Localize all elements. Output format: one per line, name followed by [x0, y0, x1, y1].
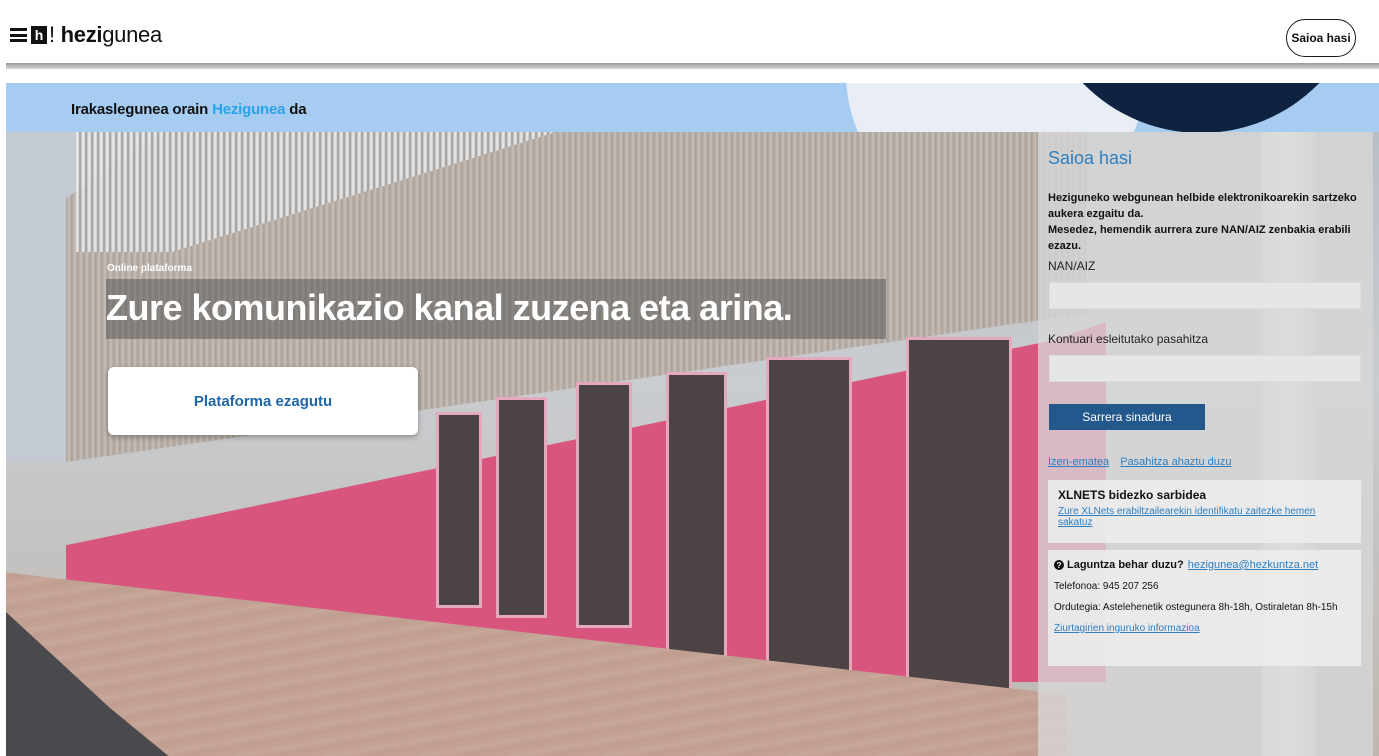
- menu-icon[interactable]: [10, 28, 27, 42]
- hero-photo-window: [906, 337, 1012, 713]
- hero-photo-window: [436, 412, 482, 608]
- hero-photo-window: [666, 372, 727, 658]
- announcement-banner: Irakaslegunea orain Hezigunea da: [6, 83, 1379, 132]
- announcement-text: Irakaslegunea orain Hezigunea da: [71, 101, 307, 118]
- logo-text: ! hezigunea: [49, 22, 162, 47]
- top-navbar: h ! hezigunea Saioa hasi: [0, 0, 1379, 64]
- login-notice: Heziguneko webgunean helbide elektroniko…: [1048, 192, 1357, 252]
- xlnets-link[interactable]: Zure XLNets erabiltzailearekin identifik…: [1058, 506, 1351, 528]
- help-email-link[interactable]: hezigunea@hezkuntza.net: [1188, 559, 1318, 571]
- login-submit-button[interactable]: Sarrera sinadura: [1049, 404, 1205, 430]
- register-link[interactable]: Izen-ematea: [1048, 456, 1109, 468]
- hero-photo-window: [766, 357, 852, 693]
- hero-photo-window: [496, 397, 547, 618]
- header-divider: [6, 63, 1379, 69]
- discover-platform-button[interactable]: Plataforma ezagutu: [108, 367, 418, 435]
- help-phone: Telefonoa: 945 207 256: [1054, 581, 1159, 592]
- question-circle-icon: ?: [1054, 560, 1064, 570]
- login-links: Izen-ematea Pasahitza ahaztu duzu: [1048, 456, 1240, 468]
- login-title: Saioa hasi: [1048, 148, 1133, 168]
- hero-headline: Zure komunikazio kanal zuzena eta arina.: [106, 279, 886, 339]
- xlnets-title: XLNETS bidezko sarbidea: [1058, 488, 1207, 502]
- password-field-label: Kontuari esleitutako pasahitza: [1048, 332, 1209, 346]
- help-box: ? Laguntza behar duzu? hezigunea@hezkunt…: [1048, 550, 1361, 666]
- help-hours: Ordutegia: Astelehenetik ostegunera 8h-1…: [1054, 602, 1338, 613]
- help-heading: ? Laguntza behar duzu? hezigunea@hezkunt…: [1054, 559, 1355, 571]
- header-login-button[interactable]: Saioa hasi: [1286, 19, 1356, 57]
- logo-mark: h: [31, 26, 47, 44]
- forgot-password-link[interactable]: Pasahitza ahaztu duzu: [1120, 456, 1231, 468]
- hero-photo-window: [576, 382, 632, 628]
- password-input[interactable]: [1049, 355, 1361, 382]
- xlnets-box: XLNETS bidezko sarbidea Zure XLNets erab…: [1048, 480, 1361, 543]
- id-field-label: NAN/AIZ: [1048, 259, 1096, 273]
- help-title: Laguntza behar duzu?: [1067, 559, 1184, 571]
- login-panel: Saioa hasi Heziguneko webgunean helbide …: [1038, 132, 1373, 756]
- site-logo[interactable]: h ! hezigunea: [10, 22, 162, 48]
- certificates-info-link[interactable]: Ziurtagirien inguruko informazioa: [1054, 623, 1355, 634]
- id-input[interactable]: [1049, 282, 1361, 309]
- hero-eyebrow: Online plataforma: [107, 263, 193, 274]
